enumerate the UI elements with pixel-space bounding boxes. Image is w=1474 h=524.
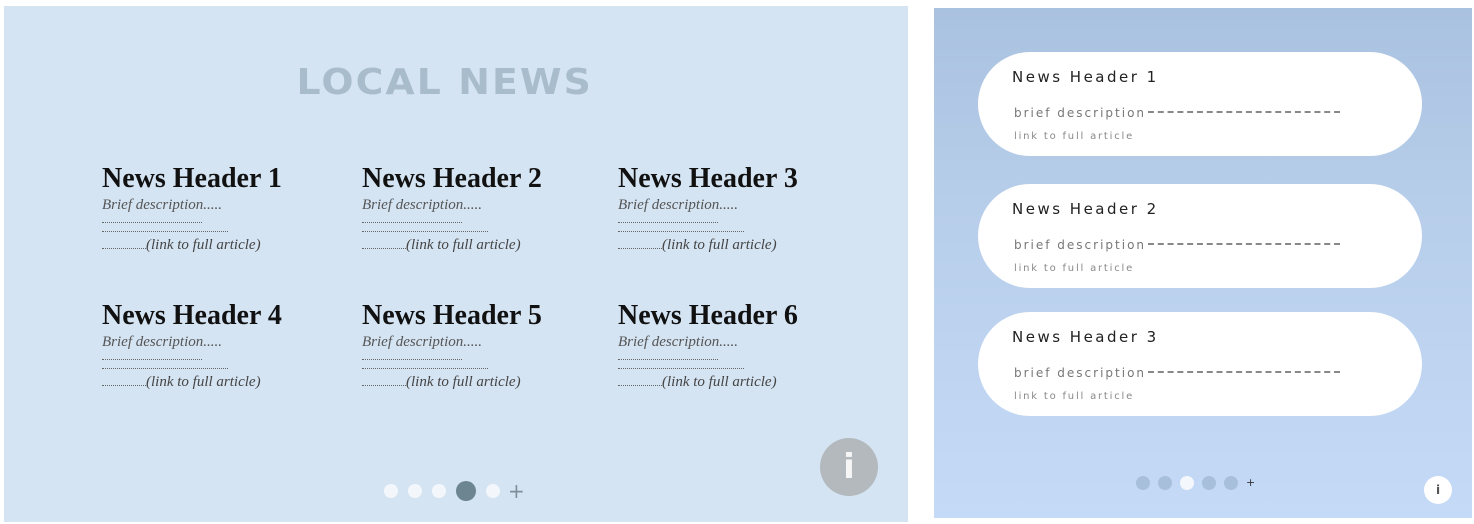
- news-item: News Header 5 Brief description..... (li…: [362, 301, 602, 391]
- news-link-row: (link to full article): [102, 373, 342, 391]
- news-item: News Header 2 Brief description..... (li…: [362, 164, 602, 254]
- full-article-link[interactable]: (link to full article): [146, 236, 261, 254]
- placeholder-line: [362, 222, 462, 223]
- placeholder-line: [362, 385, 406, 386]
- full-article-link[interactable]: (link to full article): [662, 373, 777, 391]
- full-article-link[interactable]: (link to full article): [146, 373, 261, 391]
- news-link-row: (link to full article): [362, 236, 602, 254]
- info-icon: i: [1435, 483, 1441, 497]
- page-dot[interactable]: [432, 484, 446, 498]
- news-link-row: (link to full article): [618, 236, 858, 254]
- placeholder-line: [102, 359, 202, 360]
- plus-icon[interactable]: +: [508, 481, 525, 501]
- page-dot-active[interactable]: [1180, 476, 1194, 490]
- info-button[interactable]: i: [1424, 476, 1452, 504]
- placeholder-line: [1148, 243, 1341, 245]
- news-link-row: (link to full article): [102, 236, 342, 254]
- news-description: Brief description.....: [362, 334, 482, 350]
- local-news-panel-desktop: LOCAL NEWS News Header 1 Brief descripti…: [4, 6, 908, 522]
- news-description: brief description: [1014, 366, 1147, 380]
- placeholder-line: [362, 359, 462, 360]
- news-item: News Header 6 Brief description..... (li…: [618, 301, 858, 391]
- full-article-link[interactable]: (link to full article): [406, 236, 521, 254]
- news-item: News Header 4 Brief description..... (li…: [102, 301, 342, 391]
- news-description: brief description: [1014, 106, 1147, 120]
- placeholder-line: [102, 248, 146, 249]
- news-header: News Header 3: [1012, 328, 1159, 346]
- placeholder-line: [618, 222, 718, 223]
- news-header[interactable]: News Header 6: [618, 301, 858, 331]
- info-icon: i: [843, 447, 855, 487]
- placeholder-line: [618, 385, 662, 386]
- full-article-link[interactable]: link to full article: [1014, 263, 1134, 274]
- news-link-row: (link to full article): [362, 373, 602, 391]
- news-header[interactable]: News Header 2: [362, 164, 602, 194]
- placeholder-line: [102, 385, 146, 386]
- news-description: Brief description.....: [102, 334, 222, 350]
- full-article-link[interactable]: (link to full article): [406, 373, 521, 391]
- news-header: News Header 2: [1012, 200, 1159, 218]
- page-dot[interactable]: [408, 484, 422, 498]
- news-description: brief description: [1014, 238, 1147, 252]
- placeholder-line: [1148, 111, 1341, 113]
- news-item: News Header 1 Brief description..... (li…: [102, 164, 342, 254]
- placeholder-line: [362, 231, 488, 232]
- news-header[interactable]: News Header 5: [362, 301, 602, 331]
- page-dot[interactable]: [1158, 476, 1172, 490]
- news-description: Brief description.....: [362, 197, 482, 213]
- news-item: News Header 3 Brief description..... (li…: [618, 164, 858, 254]
- news-link-row: (link to full article): [618, 373, 858, 391]
- page-dot-active[interactable]: [456, 481, 476, 501]
- info-button[interactable]: i: [820, 438, 878, 496]
- placeholder-line: [1148, 371, 1341, 373]
- page-indicator: +: [384, 480, 525, 502]
- news-description: Brief description.....: [618, 197, 738, 213]
- news-header[interactable]: News Header 3: [618, 164, 858, 194]
- news-card[interactable]: News Header 3 brief description link to …: [978, 312, 1422, 416]
- page-dot[interactable]: [1202, 476, 1216, 490]
- placeholder-line: [618, 248, 662, 249]
- news-card[interactable]: News Header 2 brief description link to …: [978, 184, 1422, 288]
- news-card[interactable]: News Header 1 brief description link to …: [978, 52, 1422, 156]
- page-dot[interactable]: [384, 484, 398, 498]
- page-dot[interactable]: [1224, 476, 1238, 490]
- news-header[interactable]: News Header 1: [102, 164, 342, 194]
- placeholder-line: [362, 368, 488, 369]
- placeholder-line: [102, 231, 228, 232]
- placeholder-line: [618, 231, 744, 232]
- news-header: News Header 1: [1012, 68, 1159, 86]
- news-description: Brief description.....: [102, 197, 222, 213]
- plus-icon[interactable]: +: [1246, 477, 1255, 489]
- placeholder-line: [362, 248, 406, 249]
- page-title: LOCAL NEWS: [296, 62, 593, 103]
- page-dot[interactable]: [1136, 476, 1150, 490]
- news-description-row: brief description: [1014, 238, 1341, 252]
- full-article-link[interactable]: link to full article: [1014, 391, 1134, 402]
- placeholder-line: [618, 359, 718, 360]
- full-article-link[interactable]: (link to full article): [662, 236, 777, 254]
- news-description-row: brief description: [1014, 366, 1341, 380]
- placeholder-line: [102, 368, 228, 369]
- news-header[interactable]: News Header 4: [102, 301, 342, 331]
- news-description: Brief description.....: [618, 334, 738, 350]
- placeholder-line: [102, 222, 202, 223]
- page-indicator: +: [1136, 476, 1255, 490]
- local-news-panel-mobile: News Header 1 brief description link to …: [934, 8, 1472, 518]
- placeholder-line: [618, 368, 744, 369]
- full-article-link[interactable]: link to full article: [1014, 131, 1134, 142]
- news-description-row: brief description: [1014, 106, 1341, 120]
- page-dot[interactable]: [486, 484, 500, 498]
